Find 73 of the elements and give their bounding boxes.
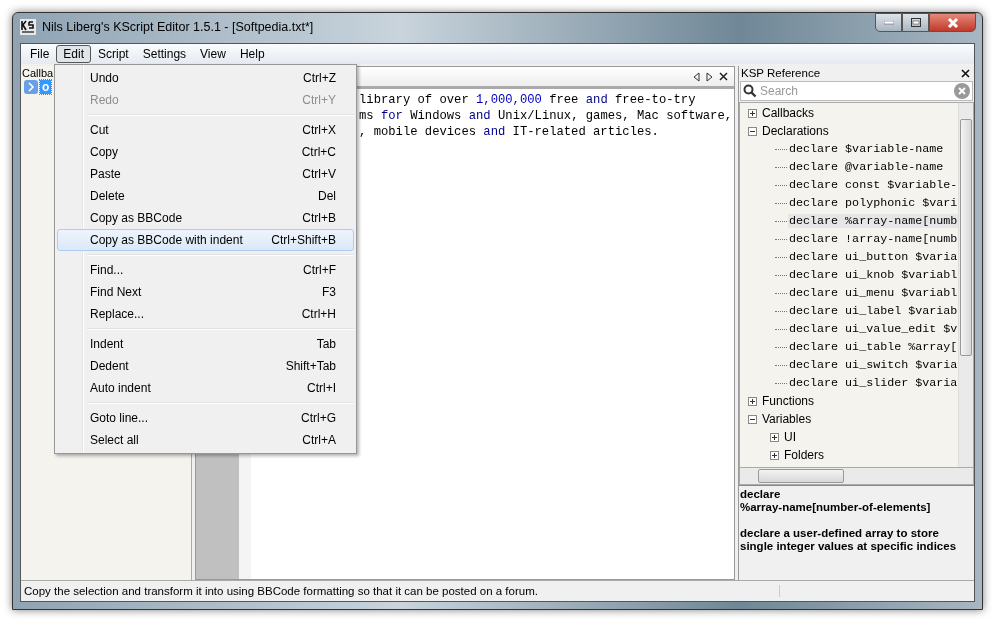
menu-item[interactable]: Select all Ctrl+A — [57, 429, 354, 451]
menu-item[interactable]: Delete Del — [57, 185, 354, 207]
expand-icon[interactable] — [770, 432, 779, 442]
maximize-icon — [910, 18, 921, 27]
menu-item[interactable]: View — [193, 45, 233, 63]
description-text: declare a user-defined array to store single integer values at specific indices — [740, 527, 958, 553]
code-line: ms for Windows and Unix/Linux, games, Mac software, — [359, 108, 734, 124]
menu-item[interactable]: Find... Ctrl+F — [57, 259, 354, 281]
tree-item[interactable]: Callbacks — [761, 106, 816, 120]
menu-item[interactable]: Undo Ctrl+Z — [57, 67, 354, 89]
menu-item[interactable]: Indent Tab — [57, 333, 354, 355]
tree-item[interactable]: declare ui_button $varia — [788, 250, 959, 264]
tree-item[interactable]: Functions — [761, 394, 816, 408]
tree-item[interactable]: declare ui_value_edit $v — [788, 322, 959, 336]
menu-item[interactable]: Find Next F3 — [57, 281, 354, 303]
tree-item[interactable]: declare ui_label $variab — [788, 304, 959, 318]
panel-title: KSP Reference — [741, 67, 821, 79]
tree-item[interactable]: Variables — [761, 412, 813, 426]
tree-item[interactable]: declare ui_switch $varia — [788, 358, 959, 372]
menu-item[interactable]: Auto indent Ctrl+I — [57, 377, 354, 399]
menu-item[interactable]: Edit — [56, 45, 92, 63]
tree-item[interactable]: declare @variable-name — [788, 160, 945, 174]
window-title: Nils Liberg's KScript Editor 1.5.1 - [Softpedia.txt*] — [42, 20, 314, 34]
tree-item[interactable]: UI — [783, 430, 797, 444]
tree-item[interactable]: declare ui_slider $varia — [788, 376, 959, 390]
search-icon — [743, 84, 757, 98]
minimize-icon — [883, 20, 894, 25]
tree-item[interactable]: declare const $variable- — [788, 178, 959, 192]
menu-item[interactable]: Copy as BBCode with indent Ctrl+Shift+B — [57, 229, 354, 251]
collapse-icon[interactable] — [748, 414, 757, 424]
tree-item[interactable]: Declarations — [761, 124, 830, 138]
horizontal-scrollbar[interactable] — [739, 467, 974, 485]
tree-item[interactable]: declare %array-name[numb — [788, 214, 959, 228]
status-text: Copy the selection and transform it into using BBCode formatting so that it can be posted on a forum. — [21, 585, 780, 597]
close-icon[interactable] — [961, 68, 970, 78]
previous-tab-icon[interactable] — [693, 71, 700, 82]
menu-item[interactable]: Goto line... Ctrl+G — [57, 407, 354, 429]
menu-item[interactable]: File — [23, 45, 57, 63]
menu-item[interactable]: Copy Ctrl+C — [57, 141, 354, 163]
close-icon — [946, 17, 959, 28]
menu-item[interactable]: Help — [232, 45, 272, 63]
expand-icon[interactable] — [748, 108, 757, 118]
tree-item[interactable]: Folders — [783, 448, 825, 462]
menu-item[interactable]: Dedent Shift+Tab — [57, 355, 354, 377]
tree-item[interactable]: declare ui_table %array[ — [788, 340, 959, 354]
menu-item[interactable]: Replace... Ctrl+H — [57, 303, 354, 325]
vertical-scrollbar[interactable] — [958, 103, 973, 467]
search-box[interactable]: Search — [740, 81, 973, 101]
description-title: declare %array-name[number-of-elements] — [740, 488, 932, 514]
tree-item[interactable]: declare ui_knob $variabl — [788, 268, 959, 282]
tree-item[interactable]: declare polyphonic $vari — [788, 196, 959, 210]
maximize-button[interactable] — [902, 13, 929, 32]
chevron-icon — [24, 80, 38, 94]
tree-item[interactable]: declare !array-name[numb — [788, 232, 959, 246]
menu-item[interactable]: Copy as BBCode Ctrl+B — [57, 207, 354, 229]
expand-icon[interactable] — [748, 396, 757, 406]
expand-icon[interactable] — [770, 450, 779, 460]
clear-icon[interactable] — [954, 83, 970, 99]
code-line: library of over 1,000,000 free and free-to-try — [359, 92, 697, 108]
next-tab-icon[interactable] — [706, 71, 713, 82]
panel-title: Callba — [21, 66, 55, 80]
close-button[interactable] — [929, 13, 976, 32]
app-logo-icon — [20, 19, 36, 35]
close-icon[interactable] — [719, 72, 728, 81]
minimize-button[interactable] — [875, 13, 902, 32]
menu-item[interactable]: Paste Ctrl+V — [57, 163, 354, 185]
collapse-icon[interactable] — [748, 126, 757, 136]
menu-item[interactable]: Settings — [135, 45, 194, 63]
menu-item[interactable]: Script — [91, 45, 136, 63]
menu-item[interactable]: Cut Ctrl+X — [57, 119, 354, 141]
code-line: , mobile devices and IT-related articles. — [359, 124, 660, 140]
tree-item[interactable]: declare ui_menu $variabl — [788, 286, 959, 300]
tree-item[interactable]: declare $variable-name — [788, 142, 945, 156]
